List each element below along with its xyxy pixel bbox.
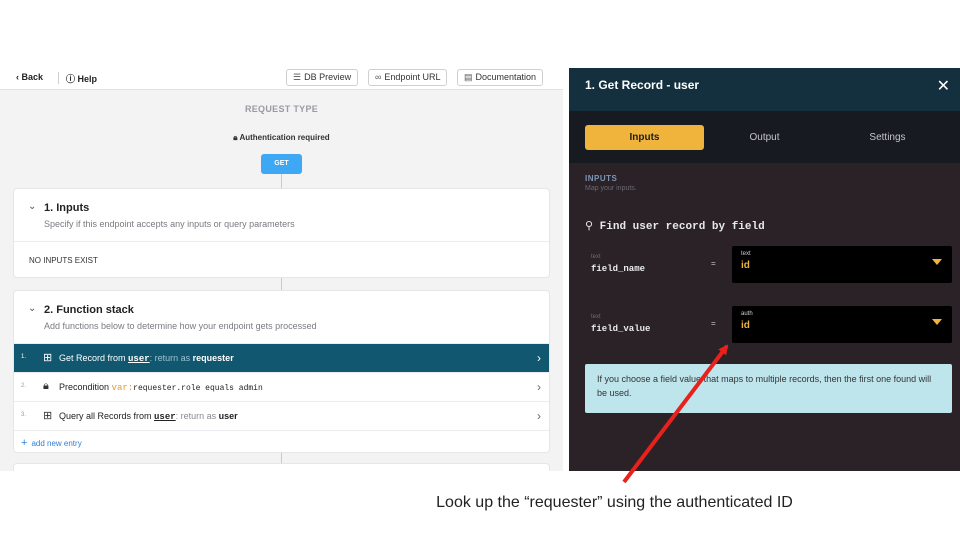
slide: ‹ Back ⓘ Help ☰ DB Preview ∞ Endpoint URL … (0, 0, 960, 540)
inputs-title: 1. Inputs (44, 202, 90, 214)
equals-sign: = (711, 259, 716, 268)
inputs-subtitle: Specify if this endpoint accepts any inp… (44, 219, 295, 229)
chevron-down-icon (932, 259, 942, 265)
function-row-query-all[interactable]: 3. ⊞ Query all Records from user: return… (14, 401, 549, 430)
function-stack-card: ⌄ 2. Function stack Add functions below … (13, 290, 550, 453)
inputs-section-label: INPUTS (585, 174, 618, 183)
add-new-entry-link[interactable]: + add new entry (14, 430, 549, 452)
chevron-down-icon: ⌄ (28, 201, 37, 212)
function-row-get-record[interactable]: 1. ⊞ Get Record from user: return as req… (14, 343, 549, 372)
database-icon: ☰ (293, 72, 302, 82)
function-stack-title: 2. Function stack (44, 304, 134, 316)
no-inputs-label: NO INPUTS EXIST (14, 241, 549, 277)
db-preview-button[interactable]: ☰ DB Preview (286, 69, 359, 86)
lock-icon: 🔒︎ (43, 380, 49, 392)
function-stack-subtitle: Add functions below to determine how you… (44, 321, 317, 331)
function-row-precondition[interactable]: 2. 🔒︎ Precondition var:requester.role eq… (14, 372, 549, 401)
divider (58, 72, 59, 84)
field-type-label: text (591, 254, 601, 260)
panel-title: 1. Get Record - user (585, 78, 700, 92)
help-button[interactable]: ⓘ Help (66, 72, 97, 85)
next-card (13, 463, 550, 471)
tab-settings[interactable]: Settings (828, 125, 947, 150)
endpoint-editor: ‹ Back ⓘ Help ☰ DB Preview ∞ Endpoint URL … (0, 68, 563, 471)
info-note: If you choose a field value that maps to… (585, 364, 952, 413)
field-value-label: field_value (591, 324, 651, 334)
chevron-down-icon (932, 319, 942, 325)
function-detail-panel: 1. Get Record - user ✕ Inputs Output Set… (569, 68, 960, 471)
panel-header: 1. Get Record - user ✕ (569, 68, 960, 111)
info-icon: ⓘ (66, 74, 78, 84)
close-icon[interactable]: ✕ (937, 76, 950, 96)
field-value-value-select[interactable]: auth id (732, 306, 952, 343)
field-type-label: text (591, 314, 601, 320)
table-icon: ⊞ (43, 410, 53, 422)
connector-line (281, 453, 282, 463)
connector-line (281, 174, 282, 188)
chevron-right-icon: › (537, 380, 541, 394)
connector-line (281, 278, 282, 290)
field-name-value-select[interactable]: text id (732, 246, 952, 283)
tab-output[interactable]: Output (705, 125, 824, 150)
panel-tabs: Inputs Output Settings (569, 111, 960, 163)
plus-icon: + (21, 437, 28, 449)
inputs-section-subtitle: Map your inputs. (585, 185, 637, 192)
link-icon: ∞ (375, 72, 382, 82)
inputs-card: ⌄ 1. Inputs Specify if this endpoint acc… (13, 188, 550, 278)
slide-caption: Look up the “requester” using the authen… (436, 494, 793, 511)
top-bar: ‹ Back ⓘ Help ☰ DB Preview ∞ Endpoint URL … (0, 68, 563, 90)
find-record-label: ⚲ Find user record by field (585, 221, 765, 233)
table-icon: ⊞ (43, 352, 53, 364)
method-get-button[interactable]: GET (261, 154, 302, 174)
equals-sign: = (711, 319, 716, 328)
chevron-right-icon: › (537, 351, 541, 365)
chevron-down-icon: ⌄ (28, 303, 37, 314)
function-stack-header[interactable]: ⌄ 2. Function stack Add functions below … (14, 291, 549, 343)
chevron-right-icon: › (537, 409, 541, 423)
search-icon: ⚲ (585, 221, 600, 233)
back-button[interactable]: ‹ Back (16, 72, 43, 82)
tab-inputs[interactable]: Inputs (585, 125, 704, 150)
documentation-button[interactable]: ▤ Documentation (457, 69, 544, 86)
field-name-label: field_name (591, 264, 646, 274)
inputs-card-header[interactable]: ⌄ 1. Inputs Specify if this endpoint acc… (14, 189, 549, 241)
request-type-title: REQUEST TYPE (244, 104, 319, 114)
document-icon: ▤ (464, 72, 473, 82)
auth-label: 🔒︎ Authentication required (233, 133, 330, 142)
endpoint-url-button[interactable]: ∞ Endpoint URL (368, 69, 448, 86)
